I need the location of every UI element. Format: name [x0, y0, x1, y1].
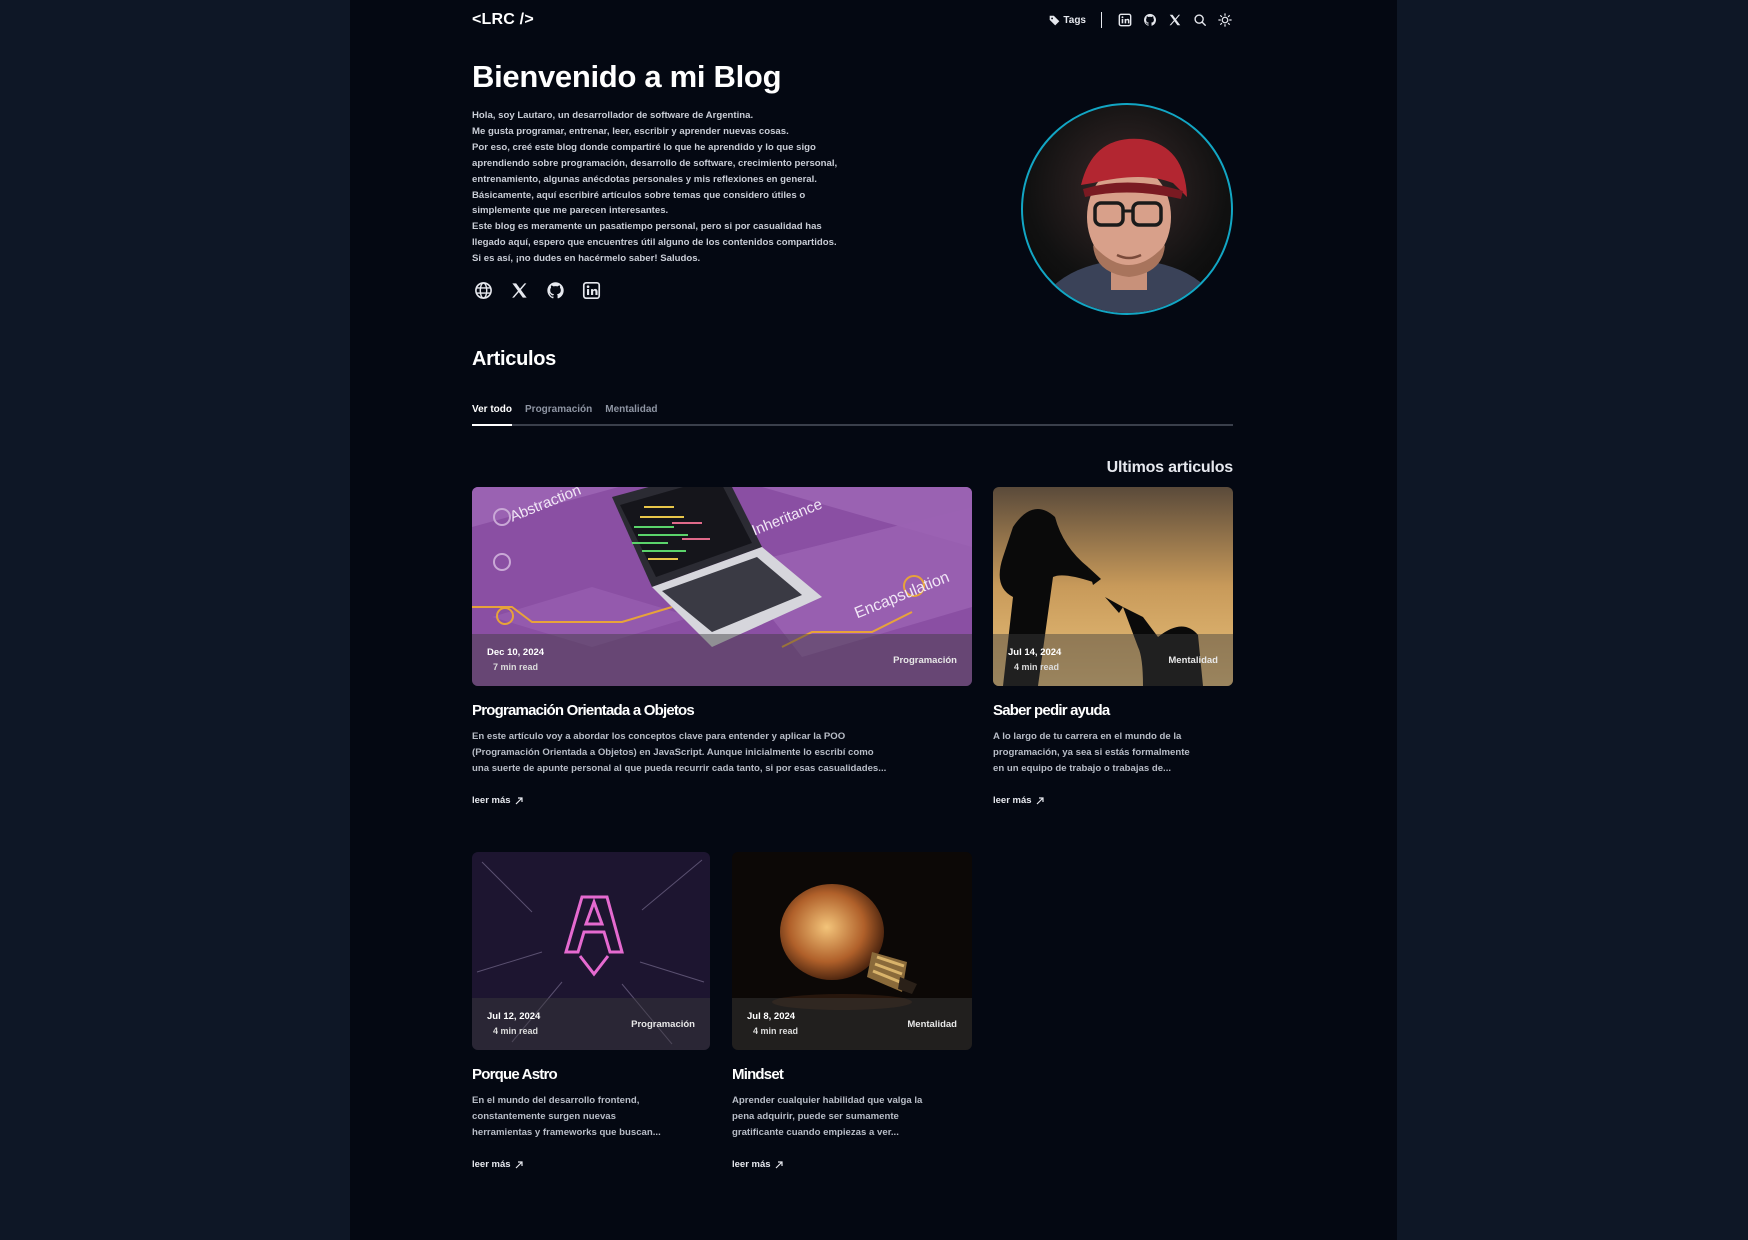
social-links [472, 279, 602, 301]
page: <LRC /> Tags Bienvenido a mi Blog Hola, … [350, 0, 1397, 1240]
linkedin-icon[interactable] [580, 279, 602, 301]
read-more-label: leer más [472, 1159, 511, 1171]
article-card[interactable]: Jul 14, 2024 4 min read Mentalidad Saber… [993, 487, 1233, 806]
read-more-link[interactable]: leer más [732, 1159, 972, 1170]
hero-intro: Hola, soy Lautaro, un desarrollador de s… [472, 108, 864, 267]
article-excerpt: Aprender cualquier habilidad que valga l… [732, 1093, 972, 1140]
excerpt-line: En este artículo voy a abordar los conce… [472, 731, 846, 742]
article-title[interactable]: Saber pedir ayuda [993, 702, 1233, 719]
x-icon[interactable] [508, 279, 530, 301]
excerpt-line: constantemente surgen nuevas [472, 1110, 616, 1122]
article-meta-bar: Dec 10, 2024 7 min read Programación [472, 634, 972, 686]
article-card[interactable]: Jul 8, 2024 4 min read Mentalidad Mindse… [732, 852, 972, 1170]
globe-icon[interactable] [472, 279, 494, 301]
article-title[interactable]: Porque Astro [472, 1066, 710, 1083]
read-more-label: leer más [732, 1159, 771, 1171]
hero-line: simplemente que me parecen interesantes. [472, 205, 669, 217]
excerpt-line: herramientas y frameworks que buscan... [472, 1126, 661, 1138]
github-icon[interactable] [544, 279, 566, 301]
article-image[interactable]: Jul 14, 2024 4 min read Mentalidad [993, 487, 1233, 686]
read-more-link[interactable]: leer más [993, 795, 1233, 806]
article-image[interactable]: Abstraction Inheritance Encapsulation De… [472, 487, 972, 686]
article-card[interactable]: Jul 12, 2024 4 min read Programación Por… [472, 852, 710, 1170]
hero-line: Básicamente, aquí escribiré artículos so… [472, 189, 806, 201]
article-title[interactable]: Programación Orientada a Objetos [472, 702, 972, 719]
article-date: Jul 8, 2024 [747, 1011, 796, 1022]
article-category: Mentalidad [907, 1018, 957, 1030]
tab-ver-todo[interactable]: Ver todo [472, 402, 513, 426]
github-icon[interactable] [1142, 12, 1158, 28]
article-meta-bar: Jul 8, 2024 4 min read Mentalidad [732, 998, 972, 1050]
read-more-label: leer más [993, 795, 1032, 807]
article-read-time: 4 min read [753, 1026, 799, 1036]
arrow-up-right-icon [1036, 797, 1044, 805]
linkedin-icon[interactable] [1117, 12, 1133, 28]
hero-title: Bienvenido a mi Blog [472, 59, 782, 94]
article-read-time: 7 min read [493, 662, 539, 672]
article-date: Jul 12, 2024 [487, 1011, 541, 1022]
avatar [1021, 103, 1233, 315]
article-category: Programación [631, 1018, 695, 1030]
article-read-time: 4 min read [493, 1026, 539, 1036]
article-excerpt: En el mundo del desarrollo frontend, con… [472, 1093, 710, 1140]
category-tabs: Ver todo Programación Mentalidad [472, 402, 1233, 426]
excerpt-line: A lo largo de tu carrera en el mundo de … [993, 731, 1182, 742]
hero-line: Por eso, creé este blog donde compartiré… [472, 141, 816, 153]
x-icon[interactable] [1167, 12, 1183, 28]
read-more-link[interactable]: leer más [472, 1159, 710, 1170]
hero-line: aprendiendo sobre programación, desarrol… [472, 157, 838, 169]
read-more-label: leer más [472, 795, 511, 807]
excerpt-line: Aprender cualquier habilidad que valga l… [732, 1095, 923, 1106]
arrow-up-right-icon [515, 1161, 523, 1169]
nav-divider [1101, 12, 1102, 28]
nav-tags-label: Tags [1063, 14, 1086, 26]
hero-line: Este blog es meramente un pasatiempo per… [472, 221, 822, 233]
hero-line: entrenamiento, algunas anécdotas persona… [472, 173, 817, 185]
excerpt-line: en un equipo de trabajo o trabajas de... [993, 762, 1172, 774]
article-image[interactable]: Jul 12, 2024 4 min read Programación [472, 852, 710, 1050]
article-excerpt: A lo largo de tu carrera en el mundo de … [993, 729, 1233, 776]
excerpt-line: En el mundo del desarrollo frontend, [472, 1095, 640, 1106]
tab-programacion[interactable]: Programación [525, 402, 592, 424]
hero-line: Hola, soy Lautaro, un desarrollador de s… [472, 110, 754, 121]
article-excerpt: En este artículo voy a abordar los conce… [472, 729, 972, 776]
article-image[interactable]: Jul 8, 2024 4 min read Mentalidad [732, 852, 972, 1050]
article-title[interactable]: Mindset [732, 1066, 972, 1083]
site-logo[interactable]: <LRC /> [472, 11, 534, 29]
article-meta-bar: Jul 12, 2024 4 min read Programación [472, 998, 710, 1050]
search-icon[interactable] [1192, 12, 1208, 28]
tab-mentalidad[interactable]: Mentalidad [605, 402, 657, 424]
hero-line: Me gusta programar, entrenar, leer, escr… [472, 125, 789, 137]
article-read-time: 4 min read [1014, 662, 1060, 672]
excerpt-line: pena adquirir, puede ser sumamente [732, 1110, 899, 1122]
excerpt-line: (Programación Orientada a Objetos) en Ja… [472, 746, 874, 758]
hero-line: llegado aquí, espero que encuentres útil… [472, 237, 837, 249]
article-meta-bar: Jul 14, 2024 4 min read Mentalidad [993, 634, 1233, 686]
article-card[interactable]: Abstraction Inheritance Encapsulation De… [472, 487, 972, 806]
tag-icon [1050, 15, 1060, 25]
top-nav: <LRC /> Tags [472, 0, 1233, 40]
article-date: Jul 14, 2024 [1008, 647, 1062, 658]
article-category: Programación [893, 654, 957, 666]
arrow-up-right-icon [515, 797, 523, 805]
nav-tags-link[interactable]: Tags [1049, 15, 1086, 26]
read-more-link[interactable]: leer más [472, 795, 972, 806]
excerpt-line: una suerte de apunte personal al que pue… [472, 762, 887, 774]
excerpt-line: programación, ya sea si estás formalment… [993, 746, 1190, 758]
hero-line: Si es así, ¡no dudes en hacérmelo saber!… [472, 253, 701, 265]
latest-articles-heading: Ultimos articulos [1106, 459, 1234, 476]
article-date: Dec 10, 2024 [487, 647, 545, 658]
article-category: Mentalidad [1168, 654, 1218, 666]
arrow-up-right-icon [775, 1161, 783, 1169]
articles-heading: Articulos [472, 348, 556, 370]
sun-icon[interactable] [1217, 12, 1233, 28]
excerpt-line: gratificante cuando empiezas a ver... [732, 1126, 899, 1138]
nav-actions: Tags [1049, 12, 1233, 28]
